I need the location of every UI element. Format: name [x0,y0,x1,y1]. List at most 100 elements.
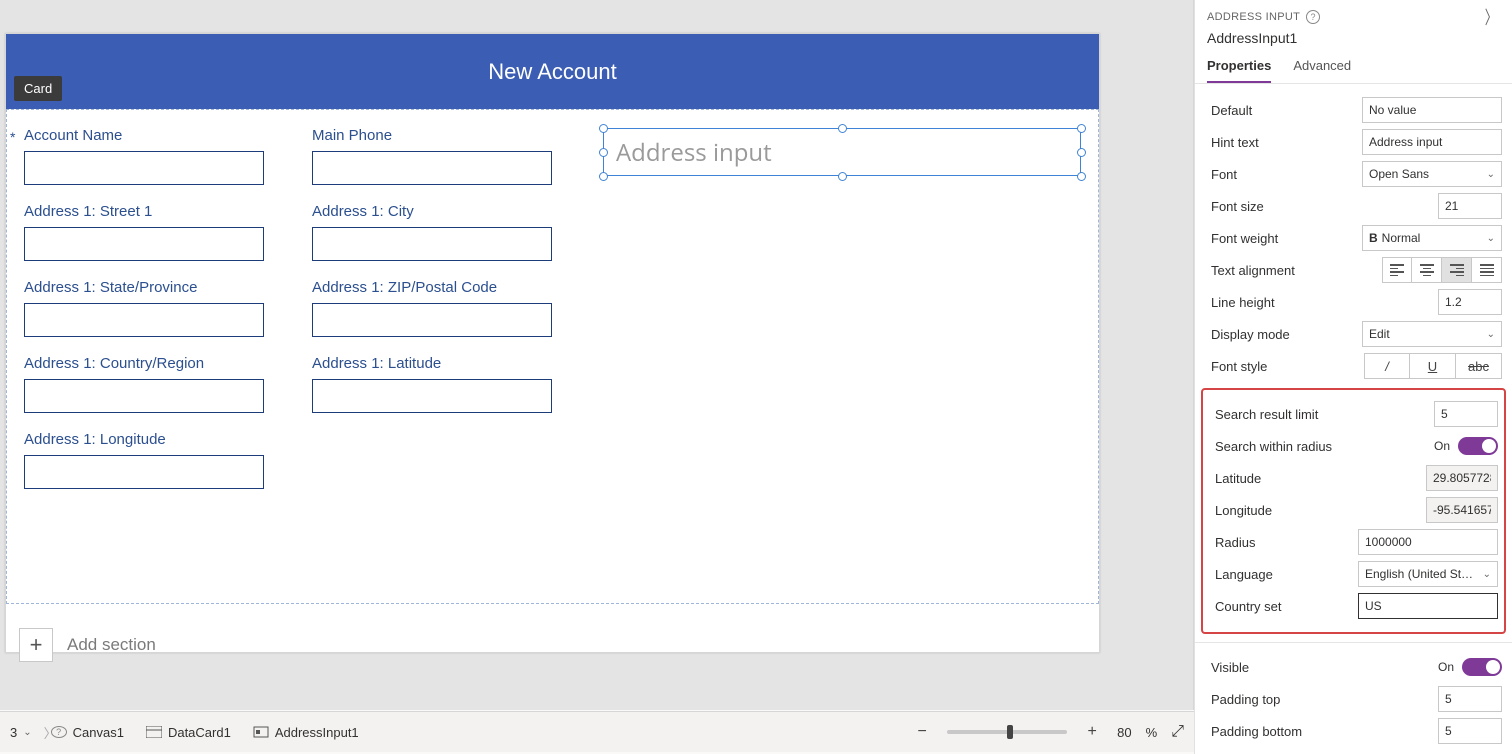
prop-displaymode-select[interactable]: Edit⌄ [1362,321,1502,347]
help-icon[interactable]: ? [1306,10,1320,24]
selection-handle[interactable] [1077,172,1086,181]
field-label: Address 1: Country/Region [18,355,306,372]
chevron-down-icon: ⌄ [1487,329,1495,340]
selection-handle[interactable] [599,148,608,157]
prop-padtop-input[interactable] [1438,686,1502,712]
chevron-down-icon: ⌄ [1483,569,1491,580]
bottom-bar: 3 ⌄ 〉 ? Canvas1 DataCard1 AddressInput1 … [0,711,1194,752]
selection-handle[interactable] [838,172,847,181]
zoom-slider[interactable] [947,730,1067,734]
field-longitude: Address 1: Longitude [18,431,306,489]
align-center-button[interactable] [1412,257,1442,283]
breadcrumb-datacard1[interactable]: DataCard1 [146,725,231,740]
field-latitude: Address 1: Latitude [306,355,594,413]
prop-font-select[interactable]: Open Sans⌄ [1362,161,1502,187]
prop-padbottom-input[interactable] [1438,718,1502,744]
address-input-control[interactable]: Address input [603,128,1081,176]
field-input-state[interactable] [24,303,264,337]
prop-latitude-label: Latitude [1209,471,1426,486]
prop-searchradius-toggle[interactable] [1458,437,1498,455]
prop-fontweight-select[interactable]: BNormal ⌄ [1362,225,1502,251]
field-input-longitude[interactable] [24,455,264,489]
breadcrumb-canvas1[interactable]: ? Canvas1 [51,725,124,740]
prop-language-select[interactable]: English (United States)⌄ [1358,561,1498,587]
selection-handle[interactable] [1077,124,1086,133]
fields-grid: Account Name Main Phone Address 1: Stree… [18,127,1087,507]
prop-latitude-input[interactable] [1426,465,1498,491]
field-street1: Address 1: Street 1 [18,203,306,261]
strike-button[interactable]: abc [1456,353,1502,379]
prop-padtop-label: Padding top [1205,692,1438,707]
prop-fontweight-label: Font weight [1205,231,1362,246]
address-icon [253,726,269,738]
card-icon [146,726,162,738]
zoom-in-button[interactable]: + [1081,723,1103,741]
prop-countryset-input[interactable] [1358,593,1498,619]
zoom-out-button[interactable]: − [911,723,933,741]
field-input-latitude[interactable] [312,379,552,413]
properties-panel: ADDRESS INPUT ? 〉 AddressInput1 Properti… [1194,0,1512,754]
add-section-label: Add section [67,635,156,655]
field-country: Address 1: Country/Region [18,355,306,413]
address-input-placeholder: Address input [616,136,772,169]
field-input-account-name[interactable] [24,151,264,185]
field-label: Address 1: Latitude [306,355,594,372]
field-zip: Address 1: ZIP/Postal Code [306,279,594,337]
prop-lineheight-label: Line height [1205,295,1438,310]
prop-radius-label: Radius [1209,535,1358,550]
prop-default-input[interactable] [1362,97,1502,123]
field-input-country[interactable] [24,379,264,413]
prop-hint-label: Hint text [1205,135,1362,150]
add-section-button[interactable]: + Add section [19,628,156,662]
panel-collapse-icon[interactable]: 〉 [1484,4,1497,30]
field-input-city[interactable] [312,227,552,261]
plus-icon: + [19,628,53,662]
prop-longitude-input[interactable] [1426,497,1498,523]
field-label: Address 1: City [306,203,594,220]
align-justify-button[interactable] [1472,257,1502,283]
canvas-area: New Account * Account Name Main Phone [0,0,1194,710]
breadcrumb-label: DataCard1 [168,725,231,740]
selection-handle[interactable] [838,124,847,133]
form-title-bar: New Account [6,34,1099,109]
selection-handle[interactable] [599,124,608,133]
prop-visible-label: Visible [1205,660,1438,675]
selection-handle[interactable] [599,172,608,181]
prop-fontsize-input[interactable] [1438,193,1502,219]
toggle-label: On [1438,660,1454,674]
field-label: Address 1: Street 1 [18,203,306,220]
prop-searchlimit-input[interactable] [1434,401,1498,427]
field-input-zip[interactable] [312,303,552,337]
field-city: Address 1: City [306,203,594,261]
chevron-down-icon: ⌄ [1487,233,1495,244]
prop-searchlimit-label: Search result limit [1209,407,1434,422]
prop-radius-input[interactable] [1358,529,1498,555]
italic-button[interactable]: / [1364,353,1410,379]
field-label: Account Name [18,127,306,144]
prop-hint-input[interactable] [1362,129,1502,155]
selection-handle[interactable] [1077,148,1086,157]
form-canvas[interactable]: New Account * Account Name Main Phone [5,33,1100,653]
prop-align-label: Text alignment [1205,263,1382,278]
zoom-thumb[interactable] [1007,725,1013,739]
prop-lineheight-input[interactable] [1438,289,1502,315]
align-right-button[interactable] [1442,257,1472,283]
field-label: Address 1: Longitude [18,431,306,448]
underline-button[interactable]: U [1410,353,1456,379]
expand-icon[interactable]: ⤢ [1171,723,1184,741]
field-input-main-phone[interactable] [312,151,552,185]
form-title: New Account [488,59,616,85]
prop-visible-toggle[interactable] [1462,658,1502,676]
align-left-button[interactable] [1382,257,1412,283]
breadcrumb-label: Canvas1 [73,725,124,740]
help-icon: ? [51,726,67,738]
zoom-percent: 80 [1117,725,1131,740]
breadcrumb-addressinput1[interactable]: AddressInput1 [253,725,359,740]
tab-properties[interactable]: Properties [1207,52,1271,83]
field-input-street1[interactable] [24,227,264,261]
prop-language-label: Language [1209,567,1358,582]
tab-advanced[interactable]: Advanced [1293,52,1351,83]
prop-fontstyle-label: Font style [1205,359,1364,374]
breadcrumb-root[interactable]: 3 ⌄ [10,725,32,740]
prop-longitude-label: Longitude [1209,503,1426,518]
